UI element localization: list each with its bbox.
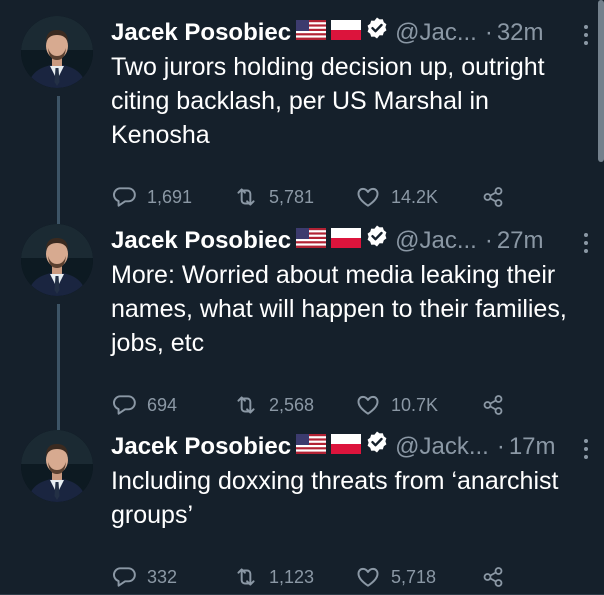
separator-dot: · bbox=[496, 433, 505, 460]
tweet-text: Two jurors holding decision up, outright… bbox=[111, 53, 545, 149]
like-count: 10.7K bbox=[391, 394, 439, 415]
poland-flag-icon bbox=[331, 224, 361, 258]
reply-icon bbox=[111, 564, 137, 590]
us-flag-icon bbox=[296, 224, 326, 258]
share-icon bbox=[481, 393, 505, 417]
retweet-count: 2,568 bbox=[269, 394, 315, 415]
heart-icon bbox=[355, 184, 381, 210]
verified-badge-icon bbox=[365, 224, 389, 258]
author-name[interactable]: Jacek Posobiec bbox=[111, 224, 291, 258]
poland-flag-icon bbox=[331, 430, 361, 464]
like-button[interactable]: 14.2K bbox=[355, 184, 481, 210]
verified-badge-icon bbox=[365, 16, 389, 50]
heart-icon bbox=[355, 564, 381, 590]
tweet-actions: 332 1,123 5,718 bbox=[111, 562, 590, 592]
reply-count: 332 bbox=[147, 566, 178, 587]
avatar[interactable] bbox=[21, 224, 93, 296]
share-icon bbox=[481, 185, 505, 209]
reply-count: 1,691 bbox=[147, 186, 193, 207]
more-vertical-icon[interactable] bbox=[582, 436, 590, 470]
reply-button[interactable]: 332 bbox=[111, 564, 233, 590]
retweet-button[interactable]: 1,123 bbox=[233, 564, 355, 590]
tweet-header: Jacek Posobiec @Jack... · 17m bbox=[111, 430, 590, 464]
more-vertical-icon[interactable] bbox=[582, 230, 590, 264]
separator-dot: · bbox=[484, 19, 493, 46]
verified-badge-icon bbox=[365, 430, 389, 464]
author-name[interactable]: Jacek Posobiec bbox=[111, 430, 291, 464]
tweet-timestamp[interactable]: 17m bbox=[509, 430, 556, 464]
reply-count: 694 bbox=[147, 394, 178, 415]
tweet-content: Jacek Posobiec @Jac... · 27m More: Worri… bbox=[111, 224, 590, 420]
retweet-button[interactable]: 2,568 bbox=[233, 392, 355, 418]
like-count: 5,718 bbox=[391, 566, 437, 587]
us-flag-icon bbox=[296, 430, 326, 464]
tweet-timestamp[interactable]: 27m bbox=[497, 224, 544, 258]
reply-button[interactable]: 694 bbox=[111, 392, 233, 418]
tweet-content: Jacek Posobiec @Jac... · 32m Two jurors … bbox=[111, 16, 590, 212]
more-vertical-icon[interactable] bbox=[582, 22, 590, 56]
retweet-icon bbox=[233, 564, 259, 590]
reply-icon bbox=[111, 392, 137, 418]
tweet-header: Jacek Posobiec @Jac... · 32m bbox=[111, 16, 590, 50]
retweet-count: 1,123 bbox=[269, 566, 315, 587]
tweet-timestamp[interactable]: 32m bbox=[497, 16, 544, 50]
separator-dot: · bbox=[484, 227, 493, 254]
like-button[interactable]: 5,718 bbox=[355, 564, 481, 590]
retweet-icon bbox=[233, 184, 259, 210]
avatar[interactable] bbox=[21, 430, 93, 502]
tweet-text: Including doxxing threats from ‘anarchis… bbox=[111, 467, 559, 529]
thread-connector-line bbox=[57, 304, 60, 430]
share-button[interactable] bbox=[481, 565, 505, 589]
retweet-button[interactable]: 5,781 bbox=[233, 184, 355, 210]
author-handle[interactable]: @Jac... bbox=[395, 224, 477, 258]
tweet-actions: 1,691 5,781 14.2K bbox=[111, 182, 590, 212]
author-name[interactable]: Jacek Posobiec bbox=[111, 16, 291, 50]
us-flag-icon bbox=[296, 16, 326, 50]
heart-icon bbox=[355, 392, 381, 418]
share-button[interactable] bbox=[481, 185, 505, 209]
reply-button[interactable]: 1,691 bbox=[111, 184, 233, 210]
retweet-count: 5,781 bbox=[269, 186, 315, 207]
thread-connector-line bbox=[57, 96, 60, 224]
tweet-text: More: Worried about media leaking their … bbox=[111, 261, 567, 357]
tweet-actions: 694 2,568 10.7K bbox=[111, 390, 590, 420]
tweet-content: Jacek Posobiec @Jack... · 17m Including … bbox=[111, 430, 590, 592]
author-handle[interactable]: @Jac... bbox=[395, 16, 477, 50]
like-button[interactable]: 10.7K bbox=[355, 392, 481, 418]
poland-flag-icon bbox=[331, 16, 361, 50]
scrollbar-thumb[interactable] bbox=[598, 0, 604, 162]
share-button[interactable] bbox=[481, 393, 505, 417]
avatar[interactable] bbox=[21, 16, 93, 88]
reply-icon bbox=[111, 184, 137, 210]
tweet-header: Jacek Posobiec @Jac... · 27m bbox=[111, 224, 590, 258]
like-count: 14.2K bbox=[391, 186, 439, 207]
retweet-icon bbox=[233, 392, 259, 418]
author-handle[interactable]: @Jack... bbox=[395, 430, 489, 464]
share-icon bbox=[481, 565, 505, 589]
